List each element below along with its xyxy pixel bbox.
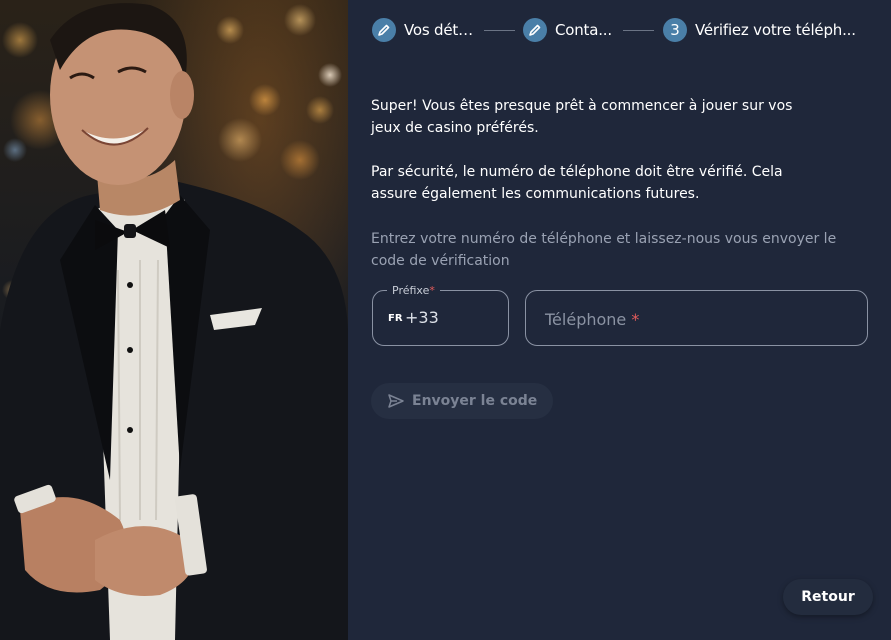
step-details[interactable]: Vos déta... — [372, 18, 476, 42]
prefix-label: Préfixe* — [387, 284, 440, 298]
step-number-badge: 3 — [663, 18, 687, 42]
send-icon — [388, 394, 404, 408]
phone-input[interactable] — [526, 291, 867, 345]
casino-host-illustration — [0, 3, 348, 640]
content: Super! Vous êtes presque prêt à commence… — [371, 95, 871, 272]
send-code-label: Envoyer le code — [412, 393, 538, 409]
prefix-select[interactable]: Préfixe* FR +33 — [372, 284, 509, 346]
instruction-text: Entrez votre numéro de téléphone et lais… — [371, 231, 837, 269]
back-button[interactable]: Retour — [783, 579, 873, 615]
country-flag: FR — [388, 313, 403, 324]
step-label: Vérifiez votre téléph... — [695, 21, 856, 39]
send-code-button[interactable]: Envoyer le code — [371, 383, 553, 419]
pencil-icon — [523, 18, 547, 42]
intro-text: Super! Vous êtes presque prêt à commence… — [371, 98, 793, 136]
security-text: Par sécurité, le numéro de téléphone doi… — [371, 164, 783, 202]
step-label: Vos déta... — [404, 21, 476, 39]
step-connector — [623, 30, 654, 31]
phone-field[interactable]: Téléphone * — [525, 290, 868, 346]
hero-image — [0, 0, 348, 640]
stepper: Vos déta... Conta... 3 Vérifiez votre té… — [348, 0, 891, 60]
prefix-value: +33 — [405, 308, 439, 327]
pencil-icon — [372, 18, 396, 42]
step-connector — [484, 30, 515, 31]
step-label: Conta... — [555, 21, 612, 39]
step-verify-phone[interactable]: 3 Vérifiez votre téléph... — [663, 18, 883, 42]
step-contact[interactable]: Conta... — [523, 18, 613, 42]
verification-panel: Vos déta... Conta... 3 Vérifiez votre té… — [348, 0, 891, 640]
